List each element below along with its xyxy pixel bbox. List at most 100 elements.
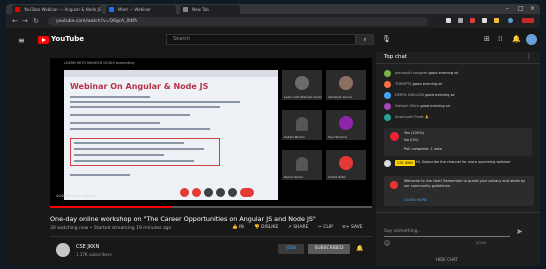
- notifications-icon[interactable]: 🔔: [512, 35, 521, 43]
- channel-name[interactable]: CSE JKKN: [76, 244, 99, 250]
- participant-avatar: [295, 76, 309, 90]
- subscribe-button[interactable]: SUBSCRIBED: [308, 244, 350, 254]
- meeting-time: 4:00 PM | Ecu-rhyt-pwe: [56, 194, 97, 198]
- present-icon[interactable]: [216, 188, 225, 197]
- participant-avatar: [339, 116, 353, 130]
- chat-avatar: [384, 114, 391, 121]
- participant-avatar: [339, 76, 353, 90]
- participant-tile[interactable]: Ravi Sharma: [326, 110, 366, 140]
- channel-avatar[interactable]: [56, 243, 70, 257]
- video-player[interactable]: LEARN WITH MAHESH DOSHI presenting Webin…: [50, 58, 372, 208]
- chat-input[interactable]: Say something...: [384, 227, 510, 237]
- slide-text-line: [70, 174, 130, 176]
- send-icon[interactable]: ➤: [516, 227, 523, 236]
- microphone-icon[interactable]: 🎙: [382, 35, 391, 43]
- extension-icon[interactable]: [494, 18, 499, 23]
- slide-title: Webinar On Angular & Node JS: [70, 82, 209, 91]
- browser-tab[interactable]: YouTube Webinar — Angular & Node JS: [12, 5, 102, 14]
- clip-button[interactable]: ✂ CLIP: [318, 225, 333, 230]
- main-content: LEARN WITH MAHESH DOSHI presenting Webin…: [6, 52, 376, 266]
- slide-text-line: [70, 128, 210, 130]
- search-icon: ⌕: [363, 36, 367, 43]
- participant-video: [296, 117, 308, 131]
- join-button[interactable]: JOIN: [278, 244, 304, 254]
- captions-icon[interactable]: [204, 188, 213, 197]
- save-button[interactable]: ≡+ SAVE: [342, 225, 363, 230]
- hamburger-menu-icon[interactable]: ≡: [18, 36, 25, 45]
- emoji-icon[interactable]: ☺: [384, 240, 390, 247]
- share-button[interactable]: ↗ SHARE: [288, 225, 309, 230]
- browser-tab[interactable]: Meet — Webinar: [106, 5, 176, 14]
- learn-more-link[interactable]: LEARN MORE: [404, 198, 427, 202]
- notice-text: Welcome to live chat! Remember to guard …: [404, 179, 526, 188]
- close-window-icon[interactable]: ×: [530, 5, 535, 12]
- channel-subscribers: 1.37K subscribers: [76, 252, 112, 257]
- poll-option-yes: Yes (100%): [404, 131, 425, 135]
- back-icon[interactable]: ←: [12, 17, 18, 25]
- divider: [50, 236, 372, 237]
- youtube-header: ≡ YouTube Search ⌕ 🎙 ⊞ ⁞⁞ 🔔: [6, 28, 540, 52]
- extension-icon[interactable]: [446, 18, 451, 23]
- menu-badge-icon[interactable]: [522, 18, 534, 23]
- youtube-brand[interactable]: YouTube: [51, 35, 84, 43]
- address-bar: ← → ↻ youtube.com/watch?v=Q6gcA_0ltfA: [6, 14, 540, 28]
- account-avatar[interactable]: [526, 34, 537, 45]
- chat-mode-dropdown[interactable]: Top chat: [384, 54, 407, 60]
- profile-icon[interactable]: [508, 18, 513, 23]
- minimize-icon[interactable]: –: [506, 5, 509, 12]
- chat-avatar: [384, 70, 391, 77]
- more-vert-icon[interactable]: ⋮: [526, 53, 532, 60]
- camera-off-icon[interactable]: [192, 188, 201, 197]
- extension-icon[interactable]: [458, 18, 463, 23]
- slide-text-line: [74, 142, 184, 144]
- search-input[interactable]: Search: [166, 34, 356, 45]
- dislike-button[interactable]: 👎 DISLIKE: [254, 225, 278, 230]
- slide-text-line: [70, 101, 240, 103]
- participant-tile[interactable]: Sneha Patel: [326, 150, 366, 180]
- poll-status: Poll complete: 1 vote: [404, 147, 442, 151]
- video-progress-bar[interactable]: [50, 206, 372, 208]
- video-progress-fill: [50, 206, 173, 208]
- mic-off-icon[interactable]: [180, 188, 189, 197]
- live-chat-panel: Top chat ⋮ Jeevanith sangeet good evenin…: [376, 52, 540, 266]
- maximize-icon[interactable]: □: [518, 5, 524, 12]
- like-button[interactable]: 👍 IN: [232, 225, 244, 230]
- slide-text-line: [74, 160, 194, 162]
- slide-highlight-box: [70, 138, 220, 166]
- slide-text-line: [70, 96, 150, 98]
- chat-welcome-notice: Welcome to live chat! Remember to guard …: [384, 176, 534, 206]
- youtube-favicon-icon: [15, 7, 20, 12]
- url-field[interactable]: youtube.com/watch?v=Q6gcA_0ltfA: [48, 17, 428, 26]
- presenting-banner: LEARN WITH MAHESH DOSHI presenting: [64, 61, 135, 65]
- browser-tab[interactable]: New Tab: [180, 5, 240, 14]
- end-call-icon[interactable]: [240, 188, 254, 197]
- forward-icon[interactable]: →: [22, 17, 28, 25]
- participant-tile[interactable]: Sakshi Mishra: [282, 110, 322, 140]
- poll-result: Yes (100%) No (0%) Poll complete: 1 vote: [384, 128, 532, 156]
- more-options-icon[interactable]: [228, 188, 237, 197]
- participant-tile[interactable]: Rahul Verma: [282, 150, 322, 180]
- bell-icon[interactable]: 🔔: [356, 245, 363, 252]
- slide-text-line: [70, 106, 220, 108]
- reload-icon[interactable]: ↻: [33, 17, 39, 25]
- youtube-logo-icon[interactable]: [38, 36, 49, 44]
- video-meta: 30 watching now • Started streaming 19 m…: [50, 226, 172, 231]
- slide-text-line: [74, 154, 164, 156]
- create-icon[interactable]: ⊞: [484, 35, 490, 43]
- extension-icon[interactable]: [470, 18, 475, 23]
- search-button[interactable]: ⌕: [356, 34, 374, 45]
- participant-tile[interactable]: Learn with Mahesh Doshi: [282, 70, 322, 100]
- screen-frame: YouTube Webinar — Angular & Node JS Meet…: [6, 4, 540, 266]
- chat-avatar: [384, 81, 391, 88]
- youtube-notice-icon: [390, 181, 398, 189]
- participant-tile[interactable]: Abhishek Kumar: [326, 70, 366, 100]
- slide-toolbar: [64, 70, 278, 77]
- channel-message-text: Hi, Subscribe the channel for more upcom…: [416, 160, 511, 164]
- apps-icon[interactable]: ⁞⁞: [498, 35, 502, 43]
- hide-chat-button[interactable]: HIDE CHAT: [436, 257, 458, 262]
- extension-icon[interactable]: [482, 18, 487, 23]
- chat-avatar: [384, 103, 391, 110]
- owner-badge: CSE JKKN: [395, 160, 415, 166]
- participant-avatar: [339, 156, 353, 170]
- slide-text-line: [70, 122, 160, 124]
